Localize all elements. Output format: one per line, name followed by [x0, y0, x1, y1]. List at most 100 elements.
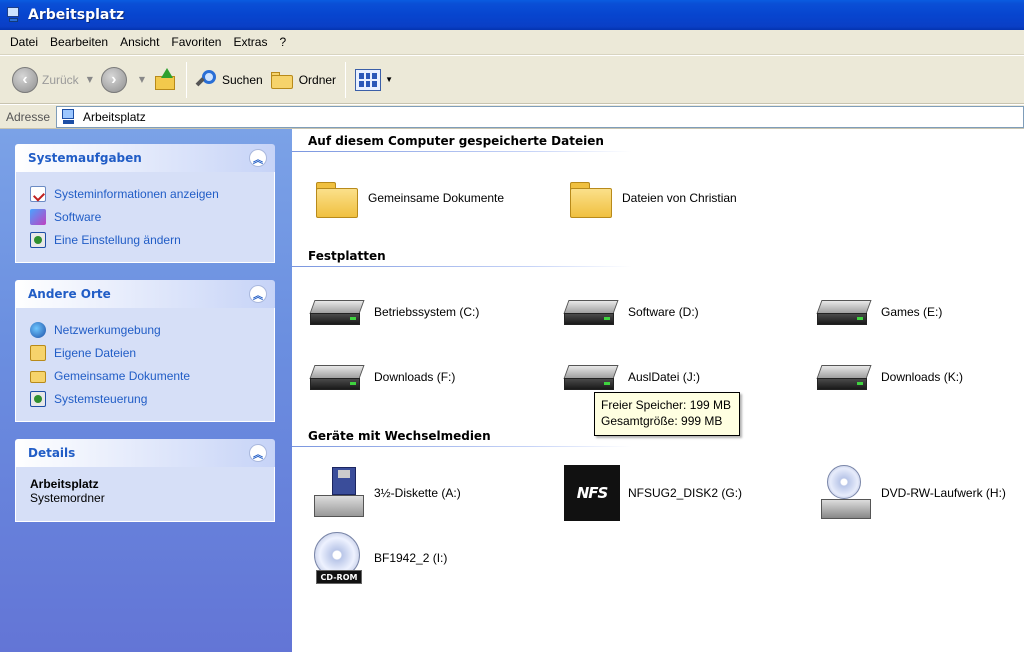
search-icon — [195, 69, 218, 91]
link-change-setting[interactable]: Eine Einstellung ändern — [30, 228, 262, 251]
item-label: Betriebssystem (C:) — [374, 305, 480, 319]
details-name: Arbeitsplatz — [30, 477, 99, 491]
menu-ansicht[interactable]: Ansicht — [114, 35, 165, 49]
link-label: Systemsteuerung — [54, 391, 148, 406]
dvd-drive-icon — [817, 465, 873, 521]
item-label: Software (D:) — [628, 305, 699, 319]
hard-drive-icon — [563, 363, 620, 391]
drive-item[interactable]: Betriebssystem (C:) — [309, 287, 560, 337]
drive-item[interactable]: Software (D:) — [563, 287, 814, 337]
panel-header[interactable]: Systemaufgaben ︽ — [15, 144, 275, 172]
item-label: BF1942_2 (I:) — [374, 551, 448, 565]
panel-header[interactable]: Andere Orte ︽ — [15, 280, 275, 308]
link-control-panel[interactable]: Systemsteuerung — [30, 387, 262, 410]
tooltip-free-space: Freier Speicher: 199 MB — [601, 398, 732, 412]
address-label: Adresse — [6, 109, 51, 124]
drive-item[interactable]: Downloads (F:) — [309, 352, 560, 402]
content-area: Auf diesem Computer gespeicherte Dateien… — [292, 129, 1024, 652]
link-label: Gemeinsame Dokumente — [54, 368, 191, 383]
cd-rom-badge: CD-ROM — [316, 570, 362, 584]
link-shared-documents[interactable]: Gemeinsame Dokumente — [30, 364, 262, 387]
folder-item[interactable]: Gemeinsame Dokumente — [308, 173, 558, 223]
toolbar-separator — [186, 61, 187, 98]
folder-icon — [270, 70, 295, 90]
forward-dropdown-icon[interactable]: ▼ — [139, 75, 145, 84]
menu-favoriten[interactable]: Favoriten — [165, 35, 227, 49]
removable-item[interactable]: DVD-RW-Laufwerk (H:) — [817, 463, 1024, 523]
link-label: Eigene Dateien — [54, 345, 137, 360]
link-system-info[interactable]: Systeminformationen anzeigen — [30, 182, 262, 205]
section-title: Geräte mit Wechselmedien — [308, 429, 491, 443]
item-label: AuslDatei (J:) — [628, 370, 701, 384]
forward-button[interactable]: › — [97, 61, 135, 99]
back-dropdown-icon[interactable]: ▼ — [87, 75, 93, 84]
network-icon — [30, 321, 46, 338]
menu-extras[interactable]: Extras — [227, 35, 273, 49]
section-title: Auf diesem Computer gespeicherte Dateien — [308, 134, 604, 148]
item-label: Gemeinsame Dokumente — [368, 191, 505, 205]
folder-icon — [316, 178, 360, 218]
drive-item[interactable]: Games (E:) — [816, 287, 1024, 337]
control-panel-icon — [30, 390, 46, 407]
link-label: Systeminformationen anzeigen — [54, 186, 219, 201]
link-network[interactable]: Netzwerkumgebung — [30, 318, 262, 341]
panel-details: Details ︽ Arbeitsplatz Systemordner — [15, 439, 275, 522]
details-type: Systemordner — [30, 491, 105, 505]
removable-item[interactable]: 3½-Diskette (A:) — [310, 463, 560, 523]
task-pane: Systemaufgaben ︽ Systeminformationen anz… — [0, 129, 292, 652]
collapse-icon[interactable]: ︽ — [249, 149, 267, 167]
search-label: Suchen — [222, 72, 263, 87]
menu-bearbeiten[interactable]: Bearbeiten — [44, 35, 114, 49]
up-button[interactable] — [149, 61, 181, 99]
my-computer-icon — [6, 6, 22, 24]
item-label: Games (E:) — [881, 305, 943, 319]
section-divider — [292, 266, 632, 267]
menu-bar: Datei Bearbeiten Ansicht Favoriten Extra… — [0, 30, 1024, 55]
hard-drive-icon — [816, 363, 873, 391]
collapse-icon[interactable]: ︽ — [249, 444, 267, 462]
hard-drive-icon — [816, 298, 873, 326]
address-input[interactable]: Arbeitsplatz — [56, 105, 1024, 128]
software-icon — [30, 208, 46, 225]
item-label: NFSUG2_DISK2 (G:) — [628, 486, 743, 500]
title-bar[interactable]: Arbeitsplatz — [0, 0, 1024, 30]
window-title: Arbeitsplatz — [28, 7, 125, 23]
panel-title: Details — [28, 446, 76, 460]
search-button[interactable]: Suchen — [192, 61, 267, 99]
panel-title: Systemaufgaben — [28, 151, 142, 165]
folder-icon — [570, 178, 614, 218]
panel-body: Netzwerkumgebung Eigene Dateien Gemeinsa… — [15, 308, 275, 422]
folders-button[interactable]: Ordner — [267, 61, 340, 99]
address-bar: Adresse Arbeitsplatz — [0, 105, 1024, 129]
menu-datei[interactable]: Datei — [4, 35, 44, 49]
views-icon — [355, 68, 382, 91]
toolbar-separator — [345, 61, 347, 98]
views-button[interactable]: ▼ — [351, 61, 401, 99]
toolbar: ‹ Zurück ▼ › ▼ Suchen Ordner ▼ — [0, 56, 1024, 104]
back-button[interactable]: ‹ Zurück — [8, 61, 83, 99]
panel-header[interactable]: Details ︽ — [15, 439, 275, 467]
item-label: Downloads (F:) — [374, 370, 456, 384]
panel-body: Arbeitsplatz Systemordner — [15, 467, 275, 522]
forward-arrow-icon: › — [100, 66, 127, 93]
system-info-icon — [30, 185, 46, 202]
link-my-documents[interactable]: Eigene Dateien — [30, 341, 262, 364]
drive-item[interactable]: Downloads (K:) — [816, 352, 1024, 402]
panel-system-tasks: Systemaufgaben ︽ Systeminformationen anz… — [15, 144, 275, 263]
removable-item[interactable]: NFS NFSUG2_DISK2 (G:) — [564, 463, 814, 523]
link-software[interactable]: Software — [30, 205, 262, 228]
item-label: DVD-RW-Laufwerk (H:) — [881, 486, 1006, 500]
removable-item[interactable]: CD-ROM BF1942_2 (I:) — [310, 528, 560, 588]
drive-tooltip: Freier Speicher: 199 MB Gesamtgröße: 999… — [594, 392, 740, 436]
hard-drive-icon — [309, 363, 366, 391]
folder-item[interactable]: Dateien von Christian — [562, 173, 812, 223]
section-title: Festplatten — [308, 249, 386, 263]
item-label: Downloads (K:) — [881, 370, 964, 384]
link-label: Netzwerkumgebung — [54, 322, 161, 337]
control-panel-icon — [30, 231, 46, 248]
hard-drive-icon — [309, 298, 366, 326]
my-computer-icon — [61, 108, 77, 125]
collapse-icon[interactable]: ︽ — [249, 285, 267, 303]
menu-help[interactable]: ? — [273, 35, 292, 49]
folder-up-icon — [153, 67, 177, 92]
